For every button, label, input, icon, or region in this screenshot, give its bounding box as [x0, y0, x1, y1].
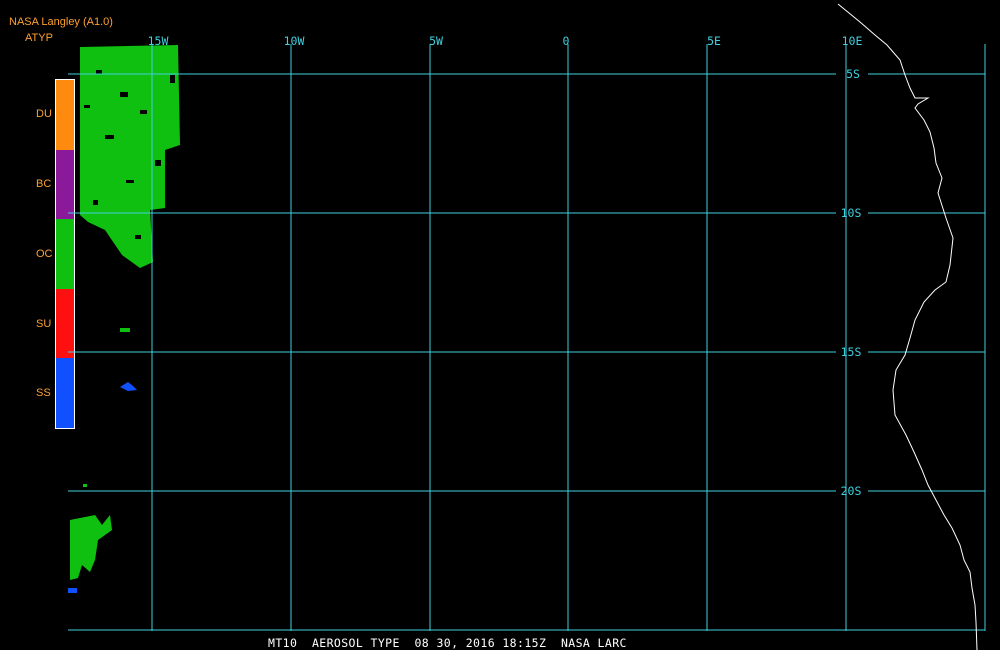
latitude-label: 15S	[841, 345, 862, 359]
longitude-label: 10W	[284, 34, 305, 48]
latitude-label: 5S	[846, 67, 860, 81]
aerosol-patch-oc	[120, 328, 130, 332]
aerosol-patch-oc	[83, 484, 87, 487]
map-caption: MT10 AEROSOL TYPE 08 30, 2016 18:15Z NAS…	[268, 636, 627, 650]
latitude-label: 20S	[841, 484, 862, 498]
aerosol-retrieval-layer	[68, 45, 180, 593]
lat-lon-graticule	[68, 44, 986, 631]
aerosol-patch-oc	[80, 45, 180, 268]
aerosol-patch-ss	[68, 588, 77, 593]
longitude-label: 5W	[429, 34, 443, 48]
aerosol-map[interactable]: 15W 10W 5W 0 5E 10E 5S 10S 15S 20S	[0, 0, 1000, 650]
aerosol-patch-oc	[70, 515, 112, 580]
longitude-label: 0	[563, 34, 570, 48]
longitude-label: 5E	[707, 34, 721, 48]
coastline	[837, 3, 978, 650]
longitude-label: 15W	[148, 34, 169, 48]
latitude-label: 10S	[841, 206, 862, 220]
longitude-label: 10E	[842, 34, 863, 48]
aerosol-patch-ss	[120, 382, 137, 391]
